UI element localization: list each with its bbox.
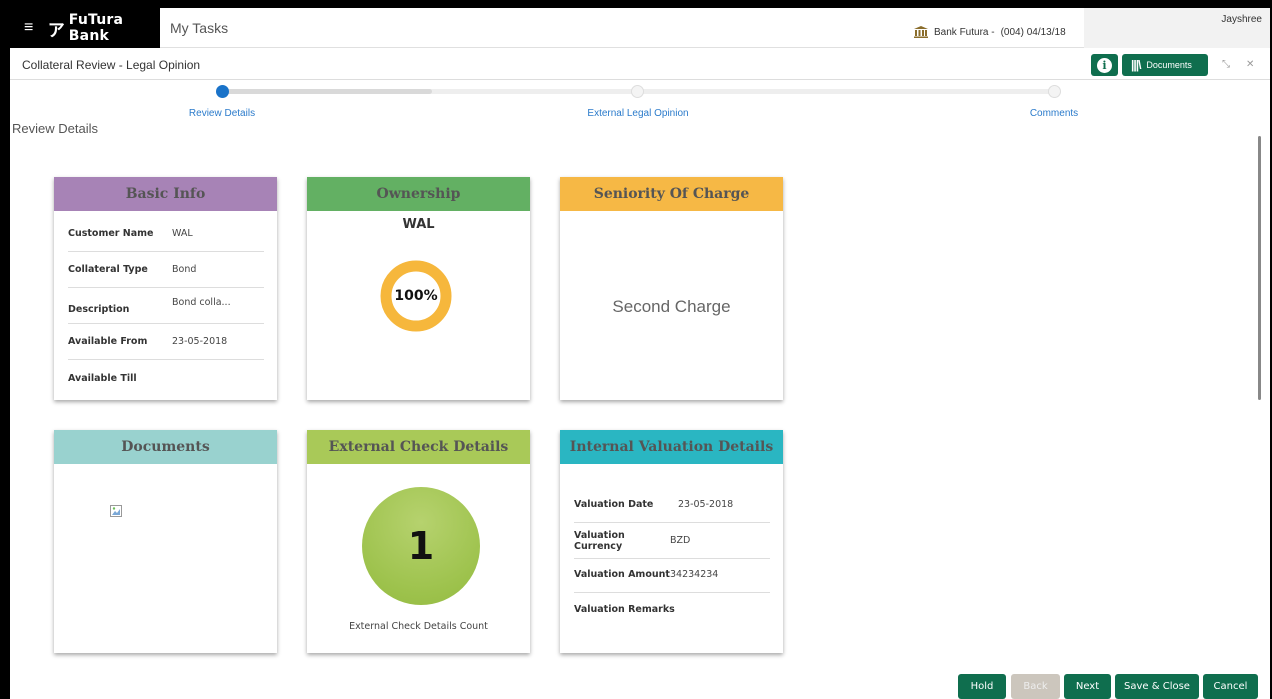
step-label-external-legal-opinion[interactable]: External Legal Opinion [587,108,688,119]
field-label: Valuation Amount [574,569,670,580]
library-icon: |||\ [1131,58,1141,72]
field-value: 34234234 [670,569,719,580]
app-title: My Tasks [170,20,229,36]
field-value: Bond [172,264,197,275]
hold-button[interactable]: Hold [958,674,1006,699]
bank-code-date: (004) 04/13/18 [1000,26,1066,38]
save-close-button[interactable]: Save & Close [1115,674,1199,699]
owner-name: WAL [402,217,435,232]
field-value: WAL [172,228,193,239]
field-label: Available Till [68,372,137,384]
field-label: Available From [68,336,148,347]
documents-card-title: Documents [54,430,277,464]
brand-name: FuTura Bank [68,12,124,44]
field-value: Bond colla... [172,297,231,308]
page-title: Collateral Review - Legal Opinion [22,58,201,72]
top-bar: ≡ ア FuTura Bank My Tasks Bank Futura - (… [10,8,1270,48]
broken-image-icon [110,505,122,517]
bank-logo-icon: ア [47,20,65,41]
seniority-value: Second Charge [612,297,731,316]
valuation-row: Valuation Date 23-05-2018 [574,487,770,523]
close-icon[interactable]: ✕ [1246,59,1254,70]
ownership-card-title: Ownership [307,177,530,211]
basic-info-row: Customer Name WAL [68,216,264,252]
field-label: Valuation Date [574,499,654,510]
documents-button-label: Documents [1146,60,1192,70]
title-bar: Collateral Review - Legal Opinion i |||\… [10,49,1270,80]
internal-valuation-card-title: Internal Valuation Details [560,430,783,464]
basic-info-row: Available Till [68,360,264,396]
section-title: Review Details [12,121,98,136]
valuation-row: Valuation Currency BZD [574,523,770,559]
field-label: Customer Name [68,228,154,239]
field-label: Collateral Type [68,264,148,275]
documents-card[interactable]: Documents [54,430,277,653]
progress-stepper: Review Details External Legal Opinion Co… [10,81,1270,121]
field-value: 23-05-2018 [172,336,228,347]
field-value: BZD [670,535,691,546]
info-icon: i [1097,57,1112,73]
documents-button[interactable]: |||\ Documents [1122,54,1208,76]
info-button[interactable]: i [1091,54,1118,76]
basic-info-card[interactable]: Basic Info Customer Name WAL Collateral … [54,177,277,400]
step-dot-review-details[interactable] [216,85,229,98]
basic-info-row: Collateral Type Bond [68,252,264,288]
brand-block: ≡ ア FuTura Bank [10,8,160,48]
ownership-percent: 100% [394,288,438,304]
field-value: 23-05-2018 [678,499,734,510]
basic-info-row: Description Bond colla... [68,288,264,324]
field-label: Valuation Currency [574,529,625,552]
basic-info-card-title: Basic Info [54,177,277,211]
vertical-scrollbar[interactable] [1258,136,1261,400]
field-label: Description [68,304,130,315]
next-button[interactable]: Next [1064,674,1111,699]
hamburger-menu-icon[interactable]: ≡ [24,19,48,37]
step-label-comments[interactable]: Comments [1030,108,1078,119]
user-menu[interactable]: Jayshree [1084,8,1270,48]
external-check-count-caption: External Check Details Count [349,621,488,632]
external-check-card[interactable]: External Check Details 1 External Check … [307,430,530,653]
step-label-review-details[interactable]: Review Details [189,108,255,119]
internal-valuation-card[interactable]: Internal Valuation Details Valuation Dat… [560,430,783,653]
back-button[interactable]: Back [1011,674,1060,699]
ownership-card[interactable]: Ownership WAL 100% [307,177,530,400]
step-dot-external-legal-opinion[interactable] [631,85,644,98]
ownership-donut-chart: 100% [379,259,453,333]
external-check-card-title: External Check Details [307,430,530,464]
field-label: Valuation Remarks [574,603,675,615]
app-frame: ≡ ア FuTura Bank My Tasks Bank Futura - (… [10,8,1270,699]
valuation-row: Valuation Amount 34234234 [574,557,770,593]
seniority-card-title: Seniority Of Charge [560,177,783,211]
step-dot-comments[interactable] [1048,85,1061,98]
bank-selector[interactable]: Bank Futura - (004) 04/13/18 [914,26,1066,38]
seniority-card[interactable]: Seniority Of Charge Second Charge [560,177,783,400]
stepper-progress [222,89,432,94]
basic-info-row: Available From 23-05-2018 [68,324,264,360]
external-check-count-circle: 1 [362,487,480,605]
cancel-button[interactable]: Cancel [1203,674,1258,699]
bank-name: Bank Futura - [934,26,995,38]
minimize-icon[interactable]: ⤡ [1222,59,1230,70]
valuation-row: Valuation Remarks [574,591,770,627]
bank-building-icon [914,26,928,38]
user-name: Jayshree [1221,14,1262,25]
